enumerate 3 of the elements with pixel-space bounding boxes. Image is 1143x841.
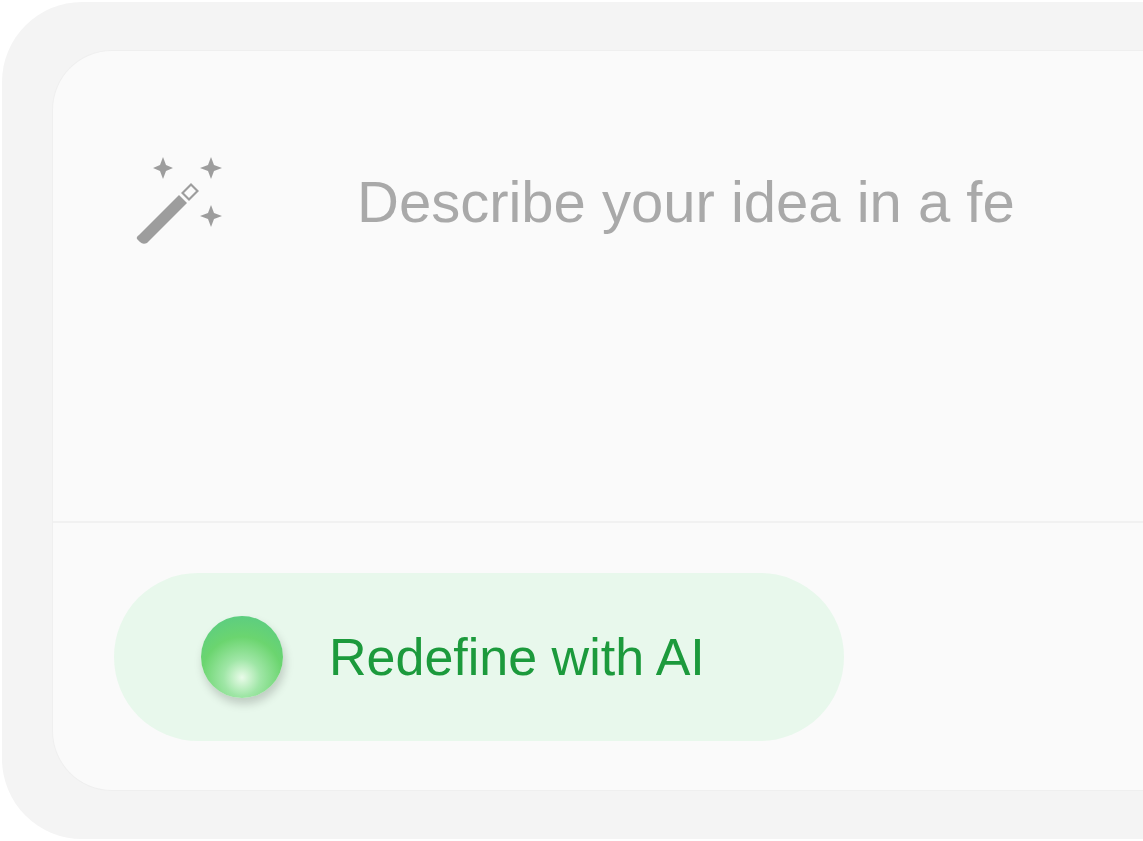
redefine-ai-button[interactable]: Redefine with AI (114, 573, 844, 741)
prompt-input[interactable]: Describe your idea in a fe (357, 169, 1143, 239)
orb-icon (201, 616, 283, 698)
